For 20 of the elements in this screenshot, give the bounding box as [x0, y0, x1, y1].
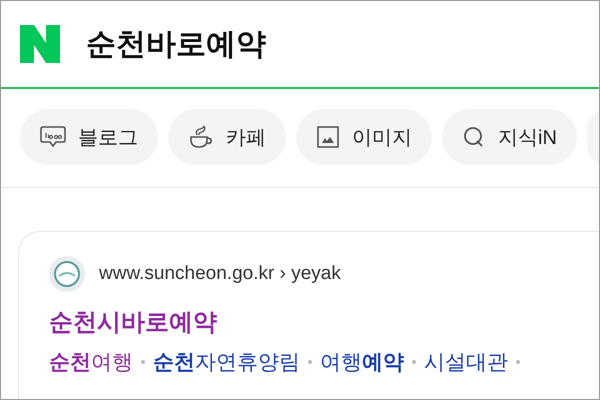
site-logo-icon — [49, 256, 85, 292]
separator-dot — [516, 360, 520, 364]
image-icon — [316, 125, 340, 149]
search-query[interactable]: 순천바로예약 — [86, 24, 266, 64]
speech-bubble-icon — [40, 125, 66, 149]
separator-dot — [412, 360, 416, 364]
separator-dot — [141, 360, 145, 364]
cup-icon — [188, 124, 214, 150]
logo-icon[interactable] — [20, 25, 60, 63]
sitelink[interactable]: 여행예약 — [320, 348, 404, 376]
tab[interactable]: 지식iN — [442, 109, 577, 165]
separator-dot — [308, 360, 312, 364]
tab[interactable]: 이미지 — [296, 109, 432, 165]
sitelink[interactable]: 순천여행 — [49, 348, 133, 376]
result-url[interactable]: www.suncheon.go.kr › yeyak — [99, 263, 341, 285]
sitelink[interactable]: 순천자연휴양림 — [153, 348, 300, 376]
tab[interactable]: 블로그 — [20, 109, 158, 165]
sitelink[interactable]: 시설대관 — [424, 348, 508, 376]
tab[interactable]: 카페 — [168, 109, 286, 165]
result-title-link[interactable]: 순천시바로예약 — [49, 306, 599, 338]
